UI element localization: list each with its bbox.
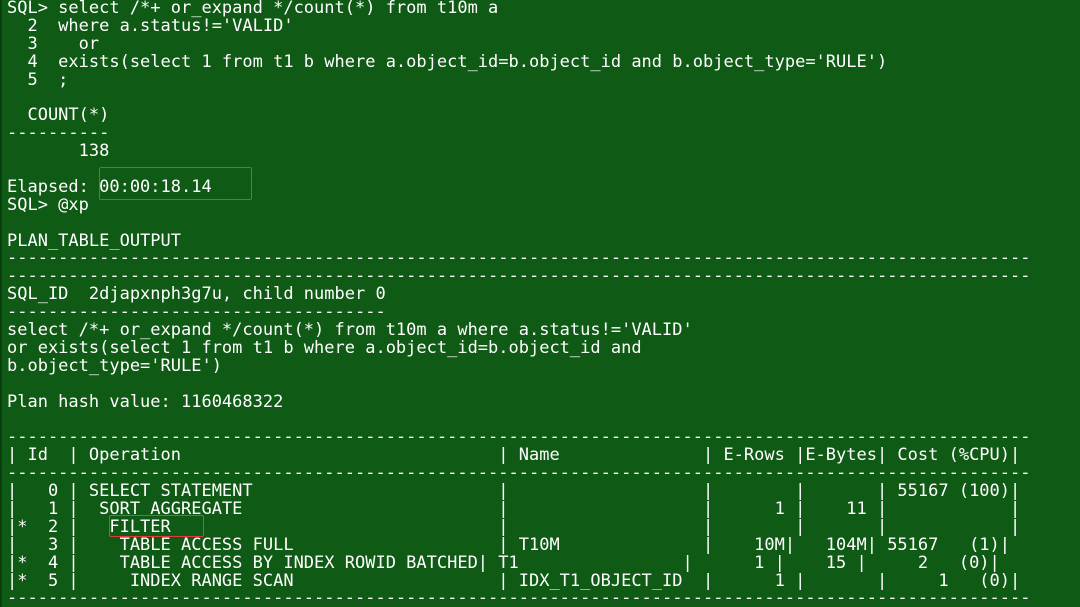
plan-sql-text-line-2: or exists(select 1 from t1 b where a.obj…: [7, 339, 642, 358]
sql-line-3: 3 or: [7, 35, 100, 54]
plan-sql-text-line-3: b.object_type='RULE'): [7, 357, 222, 376]
plan-table-bottom-border: ----------------------------------------…: [7, 590, 1031, 607]
elapsed-line: Elapsed: 00:00:18.14: [7, 178, 212, 197]
plan-row-4: |* 4 | TABLE ACCESS BY INDEX ROWID BATCH…: [7, 554, 1000, 573]
count-value: 138: [7, 143, 110, 162]
plan-row-0: | 0 | SELECT STATEMENT | | | | 55167 (10…: [7, 483, 1021, 501]
plan-table-output-header: PLAN_TABLE_OUTPUT: [7, 232, 181, 251]
sql-line-4: 4 exists(select 1 from t1 b where a.obje…: [7, 53, 888, 72]
plan-sql-text-line-1: select /*+ or_expand */count(*) from t10…: [7, 322, 693, 340]
count-separator: ----------: [7, 125, 110, 144]
sql-line-5: 5 ;: [7, 71, 69, 90]
sql-id-separator: -------------------------------------: [7, 304, 386, 323]
sql-line-2: 2 where a.status!='VALID': [7, 17, 294, 36]
plan-row-5: |* 5 | INDEX RANGE SCAN | IDX_T1_OBJECT_…: [7, 572, 1021, 591]
plan-table-top-border: ----------------------------------------…: [7, 429, 1031, 448]
plan-table-header: | Id | Operation | Name | E-Rows |E-Byte…: [7, 447, 1021, 466]
plan-row-2: |* 2 | FILTER | | | | |: [7, 518, 1021, 537]
dashed-separator: ----------------------------------------…: [7, 268, 1031, 287]
sql-prompt-line: SQL> select /*+ or_expand */count(*) fro…: [7, 0, 499, 18]
plan-table-header-border: ----------------------------------------…: [7, 465, 1031, 484]
xp-prompt-line: SQL> @xp: [7, 196, 89, 215]
plan-hash-value-line: Plan hash value: 1160468322: [7, 393, 284, 412]
count-header: COUNT(*): [7, 107, 110, 126]
dashed-separator: ----------------------------------------…: [7, 250, 1031, 269]
plan-row-3: | 3 | TABLE ACCESS FULL | T10M | 10M| 10…: [7, 536, 1011, 555]
plan-row-1: | 1 | SORT AGGREGATE | | 1 | 11 | |: [7, 500, 1021, 519]
terminal-window[interactable]: SQL> select /*+ or_expand */count(*) fro…: [0, 0, 1080, 607]
sql-id-line: SQL_ID 2djapxnph3g7u, child number 0: [7, 286, 386, 305]
